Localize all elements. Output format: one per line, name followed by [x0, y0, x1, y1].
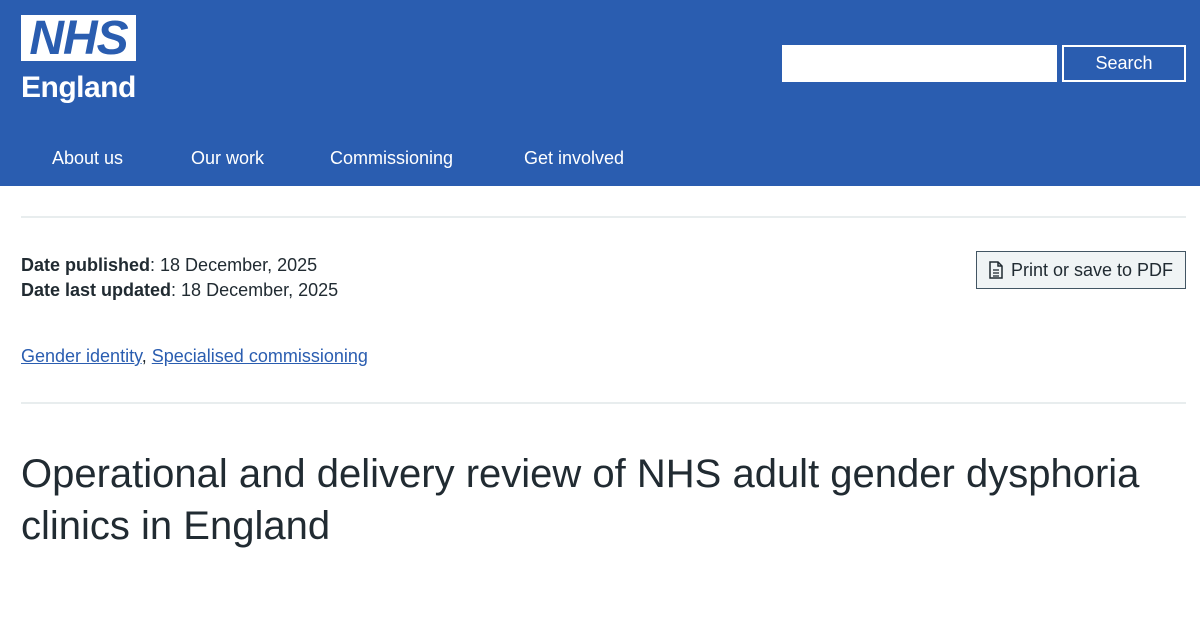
date-updated-row: Date last updated: 18 December, 2025 [21, 280, 339, 300]
date-published-label: Date published [21, 255, 151, 275]
main-nav: About us Our work Commissioning Get invo… [0, 141, 1200, 175]
date-published-value: 18 December, 2025 [160, 255, 318, 275]
nav-item-commissioning[interactable]: Commissioning [330, 141, 453, 175]
date-published-row: Date published: 18 December, 2025 [21, 255, 318, 275]
topic-tags: Gender identity, Specialised commissioni… [21, 346, 368, 366]
date-updated-label: Date last updated [21, 280, 172, 300]
document-icon [989, 261, 1003, 279]
nav-item-about-us[interactable]: About us [52, 141, 123, 175]
date-updated-value: 18 December, 2025 [181, 280, 339, 300]
search-button[interactable]: Search [1062, 45, 1186, 82]
search-input[interactable] [782, 45, 1057, 82]
nav-item-get-involved[interactable]: Get involved [524, 141, 624, 175]
publication-meta: Date published: 18 December, 2025 Date l… [21, 253, 338, 303]
print-pdf-label: Print or save to PDF [1010, 259, 1174, 280]
logo-region-text: England [21, 71, 136, 104]
site-header: NHS England Search About us Our work Com… [0, 0, 1200, 186]
tag-gender-identity[interactable]: Gender identity [21, 346, 142, 366]
top-divider [21, 216, 1186, 218]
page-title: Operational and delivery review of NHS a… [21, 452, 1140, 548]
nhs-logo-box: NHS [21, 15, 136, 63]
tag-specialised-commissioning[interactable]: Specialised commissioning [152, 346, 368, 366]
print-pdf-button[interactable]: Print or save to PDF [976, 251, 1186, 289]
nhs-england-logo[interactable]: NHS England [21, 15, 136, 105]
middle-divider [21, 402, 1186, 404]
nav-item-our-work[interactable]: Our work [191, 141, 264, 175]
